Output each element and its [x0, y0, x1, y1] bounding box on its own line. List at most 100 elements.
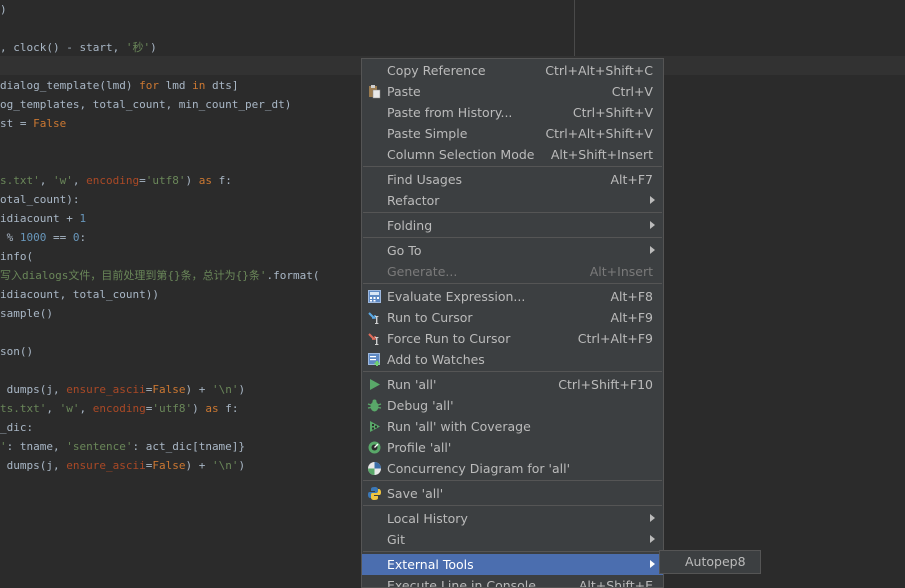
menu-item-profile-all[interactable]: Profile 'all'	[362, 437, 663, 458]
menu-item-paste-simple[interactable]: Paste Simple Ctrl+Alt+Shift+V	[362, 123, 663, 144]
menu-separator	[363, 166, 662, 167]
code-token: : tname,	[6, 440, 67, 453]
code-token: f:	[211, 174, 232, 187]
coverage-icon	[367, 419, 382, 434]
code-token: son()	[0, 345, 34, 358]
code-token: 'utf8'	[152, 402, 193, 415]
submenu-arrow-icon	[650, 196, 655, 204]
code-token: encoding	[92, 402, 146, 415]
code-token: 'w'	[59, 402, 80, 415]
code-token: encoding	[86, 174, 140, 187]
code-token: as	[198, 174, 212, 187]
code-token: '秒'	[125, 41, 151, 54]
menu-separator	[363, 551, 662, 552]
menu-item-shortcut: Alt+F7	[610, 172, 653, 187]
menu-item-column-selection-mode[interactable]: Column Selection Mode Alt+Shift+Insert	[362, 144, 663, 165]
code-token: )	[192, 402, 206, 415]
code-line: % 1000 == 0:	[0, 228, 87, 247]
menu-item-save-all[interactable]: Save 'all'	[362, 483, 663, 504]
code-token: og_templates, total_count, min_count_per…	[0, 98, 292, 111]
code-token: idiacount +	[0, 212, 80, 225]
menu-item-label: Folding	[387, 218, 433, 233]
menu-item-label: Profile 'all'	[387, 440, 452, 455]
code-line: )	[0, 0, 7, 19]
menu-item-external-tools[interactable]: External Tools	[362, 554, 663, 575]
right-margin-guide	[574, 0, 575, 56]
code-token: as	[205, 402, 219, 415]
menu-item-add-to-watches[interactable]: Add to Watches	[362, 349, 663, 370]
paste-icon	[367, 84, 382, 99]
menu-item-go-to[interactable]: Go To	[362, 240, 663, 261]
menu-item-evaluate-expression[interactable]: Evaluate Expression... Alt+F8	[362, 286, 663, 307]
menu-item-label: Evaluate Expression...	[387, 289, 526, 304]
menu-item-label: Column Selection Mode	[387, 147, 535, 162]
code-token: 'sentence'	[66, 440, 133, 453]
code-token: False	[152, 383, 186, 396]
menu-item-local-history[interactable]: Local History	[362, 508, 663, 529]
menu-item-label: Run 'all' with Coverage	[387, 419, 531, 434]
menu-separator	[363, 212, 662, 213]
menu-item-shortcut: Alt+Shift+Insert	[550, 147, 653, 162]
code-line: son()	[0, 342, 33, 361]
menu-item-label: Add to Watches	[387, 352, 485, 367]
menu-item-find-usages[interactable]: Find Usages Alt+F7	[362, 169, 663, 190]
menu-item-label: Run to Cursor	[387, 310, 473, 325]
menu-item-copy-reference[interactable]: Copy Reference Ctrl+Alt+Shift+C	[362, 60, 663, 81]
code-token: dialog_template(lmd)	[0, 79, 140, 92]
menu-item-folding[interactable]: Folding	[362, 215, 663, 236]
menu-item-label: Find Usages	[387, 172, 463, 187]
menu-item-git[interactable]: Git	[362, 529, 663, 550]
submenu-item-label: Autopep8	[685, 554, 746, 569]
menu-item-refactor[interactable]: Refactor	[362, 190, 663, 211]
menu-item-label: Concurrency Diagram for 'all'	[387, 461, 571, 476]
menu-item-paste-from-history[interactable]: Paste from History... Ctrl+Shift+V	[362, 102, 663, 123]
force-run-to-cursor-icon	[367, 331, 382, 346]
menu-item-label: Git	[387, 532, 406, 547]
code-line: , clock() - start, '秒')	[0, 38, 157, 57]
menu-item-label: Execute Line in Console	[387, 578, 536, 588]
submenu-arrow-icon	[650, 560, 655, 568]
menu-item-concurrency-diagram-for-all[interactable]: Concurrency Diagram for 'all'	[362, 458, 663, 479]
menu-item-paste[interactable]: Paste Ctrl+V	[362, 81, 663, 102]
menu-item-execute-line-in-console[interactable]: Execute Line in Console Alt+Shift+E	[362, 575, 663, 588]
calculator-icon	[367, 289, 382, 304]
code-token: 'utf8'	[145, 174, 186, 187]
code-token: sample()	[0, 307, 53, 320]
menu-item-shortcut: Ctrl+Alt+Shift+C	[545, 63, 653, 78]
menu-item-run-to-cursor[interactable]: Run to Cursor Alt+F9	[362, 307, 663, 328]
submenu-item-autopep8[interactable]: Autopep8	[660, 551, 760, 573]
code-token: :	[79, 231, 87, 244]
menu-item-debug-all[interactable]: Debug 'all'	[362, 395, 663, 416]
watches-icon	[367, 352, 382, 367]
code-token: =	[139, 174, 146, 187]
code-token: 'w'	[53, 174, 73, 187]
code-token: st =	[0, 117, 34, 130]
debug-icon	[367, 398, 382, 413]
menu-item-label: Paste from History...	[387, 105, 513, 120]
code-token: f:	[218, 402, 239, 415]
code-token: ensure_ascii	[66, 383, 146, 396]
menu-item-run-all-with-coverage[interactable]: Run 'all' with Coverage	[362, 416, 663, 437]
menu-item-run-all[interactable]: Run 'all' Ctrl+Shift+F10	[362, 374, 663, 395]
submenu-arrow-icon	[650, 221, 655, 229]
code-line: info(	[0, 247, 33, 266]
menu-item-shortcut: Alt+F8	[610, 289, 653, 304]
menu-item-shortcut: Ctrl+Alt+F9	[577, 331, 653, 346]
code-token: dts]	[205, 79, 239, 92]
code-line: ts.txt', 'w', encoding='utf8') as f:	[0, 399, 238, 418]
menu-item-force-run-to-cursor[interactable]: Force Run to Cursor Ctrl+Alt+F9	[362, 328, 663, 349]
menu-separator	[363, 505, 662, 506]
menu-item-shortcut: Alt+Shift+E	[578, 578, 653, 588]
code-token: )	[238, 383, 246, 396]
code-token: 写入dialogs文件，目前处理到第{}条，总计为{}条'	[0, 269, 267, 282]
code-token: dumps(j,	[0, 383, 67, 396]
menu-separator	[363, 237, 662, 238]
code-line: ': tname, 'sentence': act_dic[tname]}	[0, 437, 245, 456]
code-line: dialog_template(lmd) for lmd in dts]	[0, 76, 238, 95]
code-token: )	[185, 174, 199, 187]
external-tools-submenu: Autopep8	[659, 550, 761, 574]
code-line: dumps(j, ensure_ascii=False) + '\n')	[0, 456, 245, 475]
python-icon	[367, 486, 382, 501]
code-token: idiacount, total_count))	[0, 288, 159, 301]
code-token: dumps(j,	[0, 459, 67, 472]
